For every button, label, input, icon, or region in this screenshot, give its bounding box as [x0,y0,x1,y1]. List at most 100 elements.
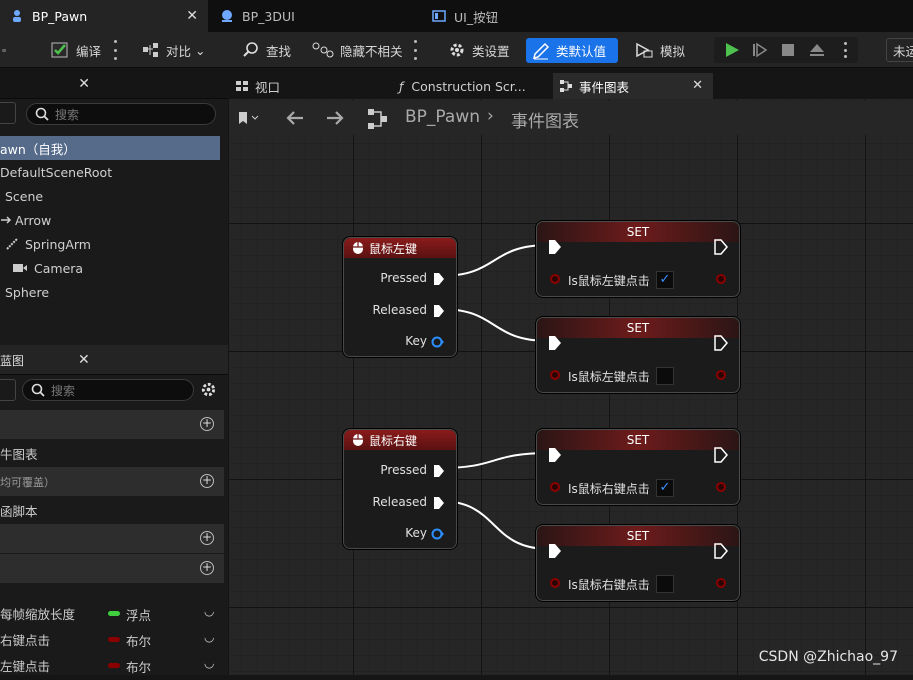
node-title: SET [626,433,650,447]
blueprint-search-input[interactable]: 搜索 [22,379,194,401]
tab-construction-script[interactable]: ƒ Construction Scr... [391,73,551,99]
exec-out-pin-icon[interactable] [714,543,728,559]
add-button[interactable] [0,379,16,401]
exec-in-pin-icon[interactable] [548,335,562,351]
exec-in-pin-icon[interactable] [548,543,562,559]
value-checkbox[interactable]: ✓ [656,479,674,497]
play-options-icon[interactable] [844,42,847,58]
tree-item-defaultsceneroot[interactable]: DefaultSceneRoot [0,160,220,184]
section-variables[interactable]: + [0,554,224,583]
section-graphs[interactable]: + [0,410,224,439]
tree-item-arrow[interactable]: Arrow [0,208,220,232]
node-header: SET [537,222,739,242]
diff-icon [143,43,158,57]
close-icon[interactable]: ✕ [186,8,198,24]
tree-item-self[interactable]: awn（自我） [0,136,220,160]
compile-check-icon [51,42,68,58]
add-graph-icon[interactable]: + [200,417,214,431]
class-defaults-button[interactable]: 类默认值 [526,38,618,63]
eye-icon[interactable]: ◡ [204,656,214,670]
exec-out-pin-icon[interactable] [714,239,728,255]
close-icon[interactable]: ✕ [692,78,703,93]
key-pin-icon[interactable] [431,336,445,348]
section-macros[interactable]: + [0,524,224,553]
add-function-icon[interactable]: + [200,474,214,488]
back-arrow-icon[interactable] [285,110,305,126]
variable-row[interactable]: 左键点击 布尔 ◡ [0,651,224,680]
bool-out-pin-icon[interactable] [716,370,726,380]
tab-event-graph[interactable]: 事件图表 ✕ [553,73,713,99]
variable-row[interactable]: 右键点击 布尔 ◡ [0,625,224,654]
components-search-input[interactable]: 搜索 [26,103,216,125]
bookmark-icon[interactable] [237,111,261,125]
tree-item-springarm[interactable]: SpringArm [0,232,220,256]
bool-out-pin-icon[interactable] [716,482,726,492]
section-functions[interactable]: 均可覆盖） + [0,467,224,496]
gear-icon[interactable] [200,381,217,398]
set-node-right-pressed[interactable]: SET Is鼠标右键点击 ✓ [535,428,741,506]
bool-pin-icon[interactable] [550,274,560,284]
right-mouse-button-node[interactable]: 鼠标右键 Pressed Released Key [342,428,458,550]
tree-item-sphere[interactable]: Sphere [0,280,220,304]
set-node-left-pressed[interactable]: SET Is鼠标左键点击 ✓ [535,220,741,298]
actor-icon [222,10,232,22]
exec-out-pin-icon[interactable] [714,335,728,351]
item-event-graph[interactable]: 牛图表 [0,439,224,468]
exec-in-pin-icon[interactable] [548,447,562,463]
breadcrumb-root[interactable]: BP_Pawn [405,107,480,127]
exec-out-pin-icon[interactable] [714,447,728,463]
panel-title: 蓝图 [0,354,25,368]
tab-viewport[interactable]: 视口 [229,73,389,99]
close-icon[interactable]: ✕ [78,352,90,368]
left-mouse-button-node[interactable]: 鼠标左键 Pressed Released Key [342,236,458,358]
value-checkbox[interactable]: ✓ [656,271,674,289]
forward-arrow-icon[interactable] [325,110,345,126]
exec-pin-icon[interactable] [433,272,445,286]
class-settings-button[interactable]: 类设置 [442,37,516,63]
item-construction-script[interactable]: 函脚本 [0,496,224,525]
mouse-icon [353,242,363,254]
springarm-icon [6,238,18,250]
compile-button[interactable]: 编译 [44,37,107,63]
bool-pin-icon[interactable] [550,578,560,588]
exec-pin-icon[interactable] [433,304,445,318]
exec-pin-icon[interactable] [433,496,445,510]
value-checkbox[interactable] [656,367,674,385]
tab-ui-button[interactable]: UI_按钮 [422,0,632,32]
add-component-button[interactable] [0,102,16,124]
tree-item-camera[interactable]: Camera [0,256,220,280]
value-checkbox[interactable] [656,575,674,593]
exec-pin-icon[interactable] [433,464,445,478]
tab-bp-3dui[interactable]: BP_3DUI [210,0,420,32]
step-icon[interactable] [752,42,768,58]
stop-icon[interactable] [780,42,796,58]
find-button[interactable]: 查找 [236,37,297,63]
eye-icon[interactable]: ◡ [204,630,214,644]
set-node-left-released[interactable]: SET Is鼠标左键点击 [535,316,741,394]
tree-item-scene[interactable]: Scene [0,184,220,208]
eye-icon[interactable]: ◡ [204,604,214,618]
diff-button[interactable]: 对比 ⌄ [136,37,212,63]
tab-bp-pawn[interactable]: BP_Pawn ✕ [0,0,208,32]
hide-unrelated-button[interactable]: 隐藏不相关 [306,37,409,63]
exec-in-pin-icon[interactable] [548,239,562,255]
node-header: SET [537,318,739,338]
key-pin-icon[interactable] [431,528,445,540]
eject-icon[interactable] [808,42,826,58]
debug-filter-dropdown[interactable]: 未运 [886,38,913,62]
bool-pin-icon[interactable] [550,370,560,380]
bool-out-pin-icon[interactable] [716,578,726,588]
add-macro-icon[interactable]: + [200,531,214,545]
bool-out-pin-icon[interactable] [716,274,726,284]
compile-options-icon[interactable] [114,40,117,60]
close-icon[interactable]: ✕ [78,76,90,92]
more-options-icon[interactable] [414,40,417,60]
simulate-button[interactable]: 模拟 [628,37,691,63]
variable-row[interactable]: 每帧缩放长度 浮点 ◡ [0,599,224,628]
play-icon[interactable] [724,42,740,58]
bool-pin-icon[interactable] [550,482,560,492]
add-variable-icon[interactable]: + [200,561,214,575]
variable-name: 左键点击 [0,659,51,674]
browse-button[interactable] [0,37,18,63]
set-node-right-released[interactable]: SET Is鼠标右键点击 [535,524,741,602]
